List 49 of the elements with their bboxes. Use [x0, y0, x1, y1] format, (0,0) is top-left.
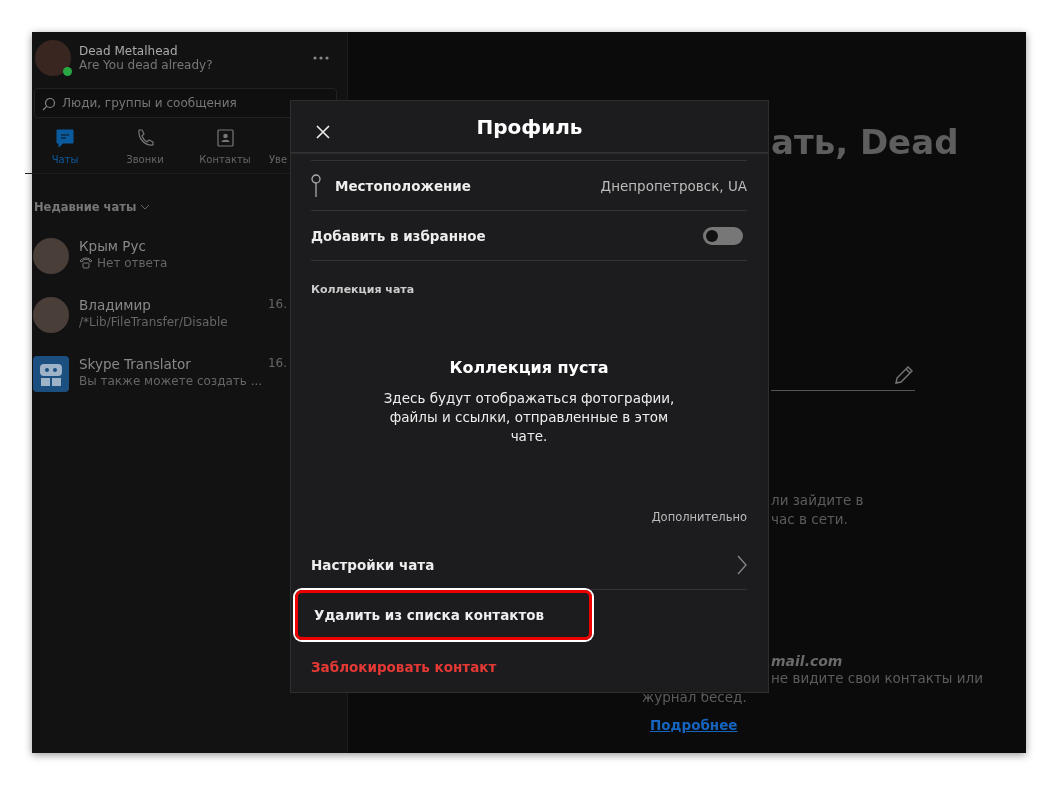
chat-list-item[interactable]: Владимир /*Lib/FileTransfer/Disable 16.	[32, 293, 347, 352]
close-icon[interactable]	[316, 125, 330, 139]
profile-name: Dead Metalhead	[79, 44, 179, 58]
nav-tab[interactable]: Звонки	[105, 128, 185, 165]
dialog-action[interactable]: Удалить из списка контактов	[295, 590, 592, 640]
profile-avatar[interactable]	[35, 40, 71, 76]
chat-icon	[55, 128, 75, 148]
chat-time: 16.	[267, 356, 287, 370]
account-email: mail.com	[771, 653, 844, 669]
chat-name: Владимир	[79, 297, 152, 313]
nav-tab[interactable]: Контакты	[185, 128, 265, 165]
chevron-right-icon	[737, 554, 747, 575]
chat-preview: Нет ответа	[97, 256, 168, 270]
chat-list-item[interactable]: Skype Translator Вы также можете создать ... 16.	[32, 352, 347, 411]
section-heading: Коллекция чата	[311, 283, 415, 296]
location-pin-icon	[311, 173, 321, 198]
info-text: час в сети.	[771, 510, 849, 529]
empty-collection-text: Здесь будут отображаться фотографии, файлы и ссылки, отправленные в этом чате.	[382, 389, 676, 446]
favorite-toggle[interactable]	[703, 226, 743, 245]
location-value: Днепропетровск, UA	[600, 177, 747, 194]
dialog-action[interactable]: Заблокировать контакт	[311, 642, 747, 692]
chat-preview: Вы также можете создать ...	[79, 374, 263, 388]
dialog-title: Профиль	[476, 114, 583, 139]
dialog-action[interactable]: Настройки чата	[311, 540, 747, 590]
info-text: не видите свои контакты или	[771, 669, 984, 688]
chevron-down-icon	[140, 204, 151, 210]
nav-tab[interactable]: Чаты	[25, 128, 105, 165]
nav-tab[interactable]: Уве	[265, 128, 345, 165]
more-options-icon[interactable]	[313, 56, 329, 60]
robot-icon	[33, 356, 69, 392]
chat-name: Крым Рус	[79, 238, 147, 254]
welcome-heading: ать, Dead	[771, 122, 960, 162]
info-text: ли зайдите в	[771, 491, 865, 510]
recent-chats-dropdown[interactable]: Недавние чаты	[34, 200, 151, 214]
contact-avatar	[33, 238, 69, 274]
profile-status: Are You dead already?	[79, 58, 214, 72]
location-label: Местоположение	[335, 177, 472, 194]
empty-collection-title: Коллекция пуста	[449, 358, 609, 377]
search-field[interactable]: Люди, группы и сообщения	[34, 88, 337, 118]
learn-more-link[interactable]: Подробнее	[650, 717, 1026, 733]
phone-icon	[135, 128, 155, 148]
favorite-label: Добавить в избранное	[311, 227, 487, 244]
chat-name: Skype Translator	[79, 356, 192, 372]
contacts-icon	[215, 128, 235, 148]
chat-time: 16.	[267, 297, 287, 311]
chat-preview: /*Lib/FileTransfer/Disable	[79, 315, 228, 329]
contact-avatar	[33, 297, 69, 333]
pencil-icon	[893, 364, 915, 386]
more-link[interactable]: Дополнительно	[651, 510, 747, 524]
